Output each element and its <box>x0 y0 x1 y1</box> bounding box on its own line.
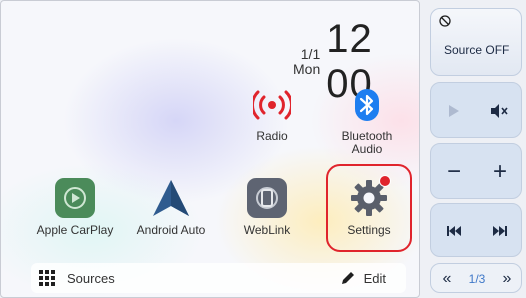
bluetooth-icon <box>348 86 386 124</box>
play-icon <box>449 105 459 117</box>
source-off-label: Source OFF <box>444 43 510 57</box>
carplay-icon <box>55 178 95 218</box>
bottom-bar: Sources Edit <box>31 263 406 293</box>
sources-button[interactable]: Sources <box>67 271 115 286</box>
app-label: Bluetooth Audio <box>341 129 393 156</box>
track-row <box>430 203 522 257</box>
home-screen: 1/1 Mon 12 00 Radio Bluetooth Audio Appl… <box>0 0 420 298</box>
source-off-button[interactable]: Source OFF <box>430 8 522 76</box>
edit-button[interactable]: Edit <box>340 270 386 286</box>
app-android-auto[interactable]: Android Auto <box>131 178 211 237</box>
app-label: WebLink <box>243 223 291 237</box>
date: 1/1 Mon <box>293 47 320 77</box>
edit-label: Edit <box>363 270 386 286</box>
radio-icon <box>251 86 293 124</box>
next-track-icon <box>493 226 507 236</box>
app-apple-carplay[interactable]: Apple CarPlay <box>35 178 115 237</box>
next-track-button[interactable] <box>477 204 523 258</box>
volume-down-button[interactable]: − <box>431 144 477 200</box>
power-off-icon <box>439 15 451 27</box>
app-weblink[interactable]: WebLink <box>227 178 307 237</box>
grid-icon[interactable] <box>39 270 55 286</box>
mute-button[interactable] <box>477 83 523 139</box>
volume-up-button[interactable]: + <box>477 144 523 200</box>
weblink-icon <box>247 178 287 218</box>
page-indicator: 1/3 <box>468 272 486 286</box>
app-radio[interactable]: Radio <box>232 86 312 143</box>
previous-track-button[interactable] <box>431 204 477 258</box>
pencil-icon <box>341 272 354 284</box>
page-switcher: « 1/3 » <box>430 263 522 293</box>
mute-icon <box>491 104 508 118</box>
app-label: Radio <box>256 129 288 143</box>
date-weekday: Mon <box>293 61 321 77</box>
android-auto-icon <box>151 178 191 218</box>
app-bluetooth-audio[interactable]: Bluetooth Audio <box>327 86 407 156</box>
next-page-button[interactable]: » <box>495 264 519 294</box>
settings-highlight <box>326 164 412 252</box>
previous-page-button[interactable]: « <box>435 264 459 294</box>
app-label: Apple CarPlay <box>36 223 114 237</box>
previous-track-icon <box>447 226 461 236</box>
date-day: 1/1 <box>300 46 321 62</box>
play-button[interactable] <box>431 83 477 139</box>
playback-row <box>430 82 522 138</box>
volume-row: − + <box>430 143 522 199</box>
app-label: Android Auto <box>136 223 206 237</box>
